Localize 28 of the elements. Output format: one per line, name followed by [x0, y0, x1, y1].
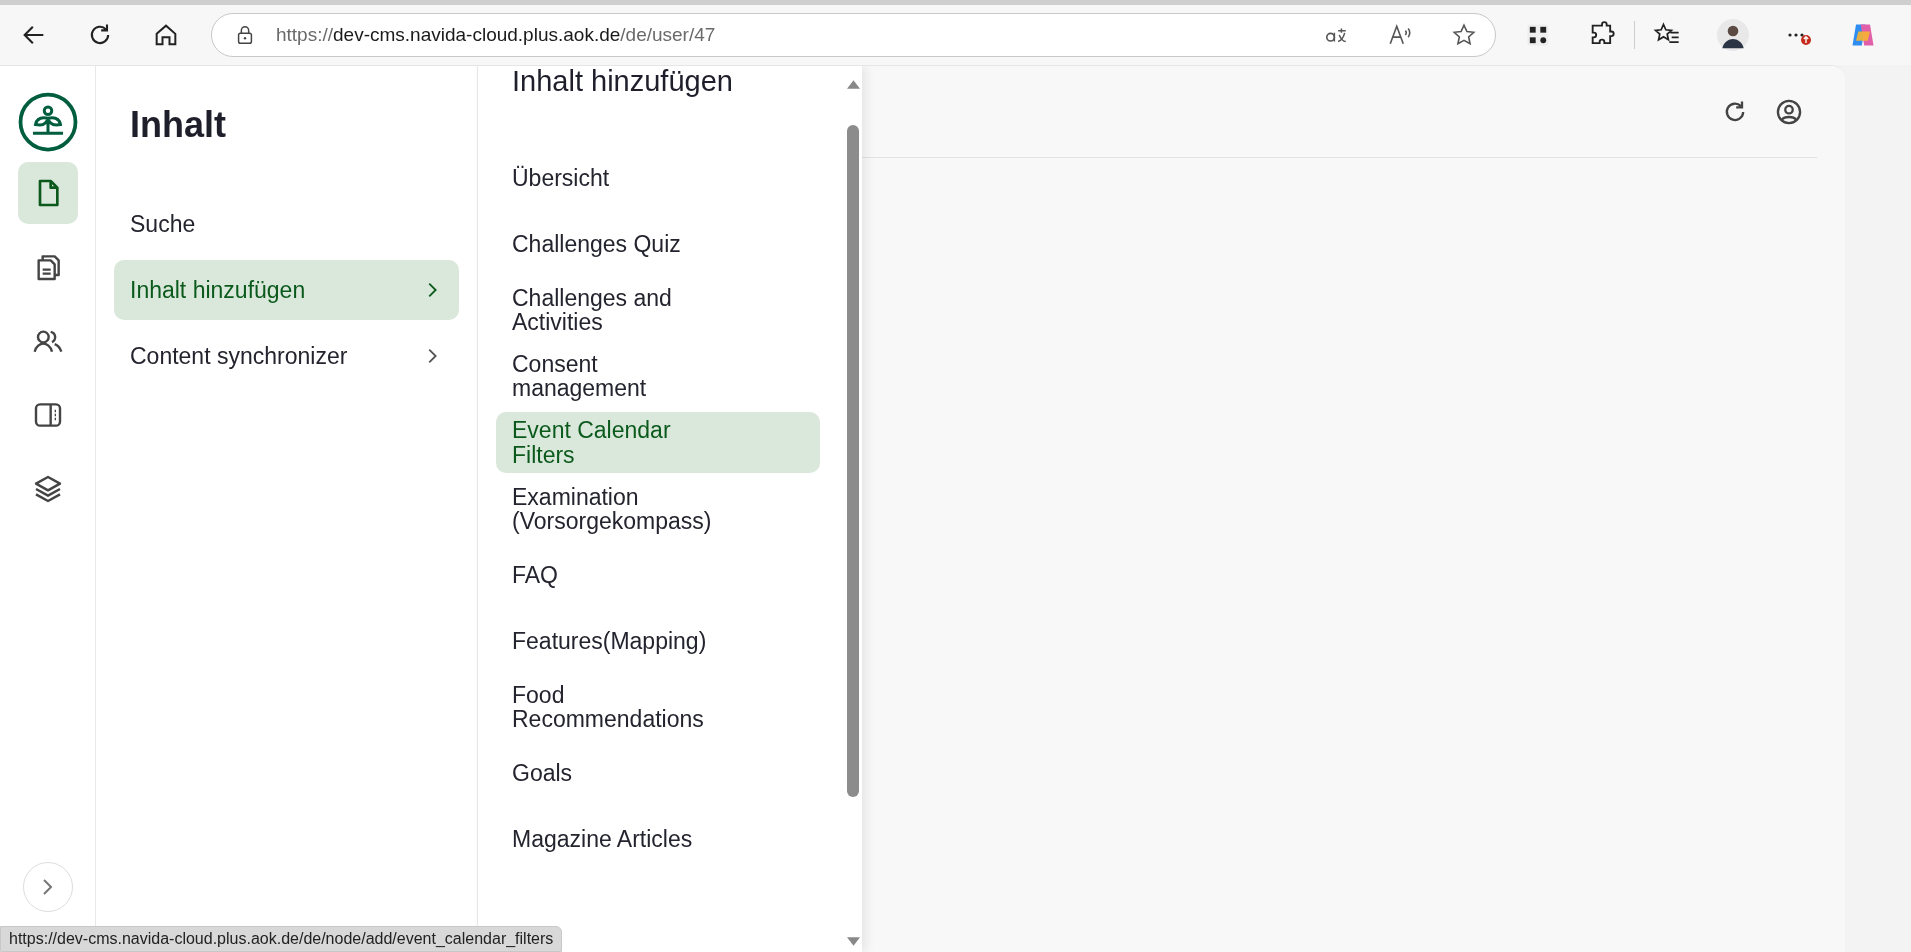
plant-logo-icon[interactable] — [17, 92, 78, 152]
submenu-item[interactable]: FAQ — [496, 545, 820, 605]
submenu-item[interactable]: Features(Mapping) — [496, 611, 820, 671]
submenu-item[interactable]: Consent management — [496, 346, 820, 407]
address-bar[interactable]: https://dev-cms.navida-cloud.plus.aok.de/de/user/47 — [211, 13, 1496, 57]
submenu-item[interactable]: Challenges and Activities — [496, 279, 820, 341]
submenu-item[interactable]: Übersicht — [496, 147, 820, 208]
scroll-up-icon[interactable] — [846, 80, 860, 89]
submenu-item[interactable]: Event Calendar Filters — [496, 412, 820, 473]
submenu-item[interactable]: Goals — [496, 743, 820, 804]
profile-avatar-icon[interactable] — [1717, 19, 1749, 51]
menu-item[interactable]: Inhalt hinzufügen — [114, 260, 459, 320]
submenu-item[interactable]: Food Recommendations — [496, 677, 820, 738]
menu-item[interactable]: Content synchronizer — [114, 326, 459, 386]
star-icon[interactable] — [1451, 22, 1477, 48]
submenu-item[interactable]: Challenges Quiz — [496, 213, 820, 274]
menu-title: Inhalt — [130, 104, 227, 146]
user-account-icon[interactable] — [1775, 97, 1803, 126]
status-bar-url: https://dev-cms.navida-cloud.plus.aok.de/de/node/add/event_calendar_filters — [0, 926, 563, 952]
chevron-right-icon — [43, 879, 52, 895]
submenu-item[interactable]: Examination (Vorsorgekompass) — [496, 478, 820, 539]
menu-item[interactable]: Suche — [114, 194, 459, 254]
scroll-down-icon[interactable] — [846, 937, 860, 946]
url-text[interactable]: https://dev-cms.navida-cloud.plus.aok.de/de/user/47 — [276, 24, 716, 46]
file-nav-button[interactable] — [17, 162, 78, 224]
scrollbar-thumb[interactable] — [847, 125, 859, 797]
submenu-title: Inhalt hinzufügen — [512, 66, 734, 98]
submenu-item[interactable]: Magazine Articles — [496, 809, 820, 870]
